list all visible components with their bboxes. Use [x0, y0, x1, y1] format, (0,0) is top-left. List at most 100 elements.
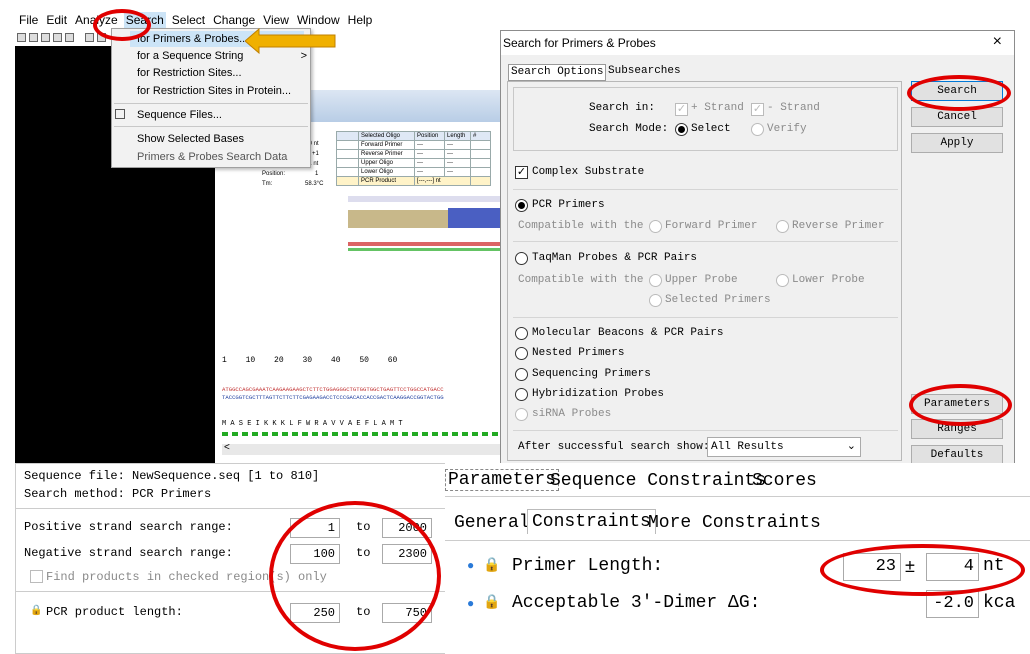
mode-verify-label: Verify [767, 123, 807, 135]
sequence-file-label: Sequence file: NewSequence.seq [1 to 810… [24, 469, 320, 483]
menu-item-label: for Primers & Probes... [137, 33, 249, 45]
hybridization-probes-radio[interactable] [515, 388, 528, 401]
reverse-primer-label: Reverse Primer [792, 220, 885, 232]
col-number: # [470, 131, 491, 141]
search-in-group [513, 87, 898, 151]
molecular-beacons-radio[interactable] [515, 327, 528, 340]
tab-parameters[interactable]: Parameters [445, 469, 560, 491]
row-name: Reverse Primer [358, 149, 415, 159]
subtab-general[interactable]: General [454, 513, 530, 533]
menu-item-restriction-sites[interactable]: for Restriction Sites... [137, 65, 242, 81]
tab-search-options[interactable]: Search Options [508, 64, 607, 81]
menu-edit[interactable]: Edit [44, 12, 69, 30]
graph-area-left [348, 210, 448, 228]
pcr-product-length-label: PCR product length: [46, 605, 183, 619]
new-file-icon[interactable] [29, 33, 38, 42]
table-row[interactable]: Forward Primer --- --- [336, 140, 491, 150]
lower-probe-radio[interactable] [776, 274, 789, 287]
menu-item-search-data[interactable]: Primers & Probes Search Data [137, 149, 287, 165]
compatible-with-label: Compatible with the [518, 220, 644, 232]
reverse-primer-radio[interactable] [776, 220, 789, 233]
oligo-table: Selected Oligo Position Length # Forward… [336, 131, 491, 186]
sequencing-primers-radio[interactable] [515, 368, 528, 381]
new-file-icon[interactable] [17, 33, 26, 42]
search-mode-label: Search Mode: [589, 123, 669, 135]
mode-select-radio[interactable] [675, 123, 688, 136]
selected-primers-label: Selected Primers [665, 294, 771, 306]
highlight-ellipse-primer-length [820, 544, 1025, 596]
dialog-titlebar: Search for Primers & Probes × [501, 31, 1014, 55]
pcr-primers-radio[interactable] [515, 199, 528, 212]
row-pos: --- [414, 167, 445, 177]
save-icon[interactable] [53, 33, 62, 42]
tm-value: 58.3°C [305, 181, 324, 187]
dialog-title: Search for Primers & Probes [503, 36, 656, 50]
col-length: Length [444, 131, 471, 141]
divider [513, 317, 898, 318]
graph-bar-red [348, 242, 500, 246]
open-folder-icon[interactable] [41, 33, 50, 42]
hybridization-probes-label: Hybridization Probes [532, 388, 665, 400]
sirna-probes-radio[interactable] [515, 408, 528, 421]
row-name: Forward Primer [358, 140, 415, 150]
table-row[interactable]: Upper Oligo --- --- [336, 158, 491, 168]
position-value-2: 1 [315, 171, 319, 177]
after-search-dropdown[interactable]: All Results ⌄ [707, 437, 861, 457]
lower-probe-label: Lower Probe [792, 274, 865, 286]
nested-primers-radio[interactable] [515, 347, 528, 360]
table-row[interactable]: Reverse Primer --- --- [336, 149, 491, 159]
taqman-radio[interactable] [515, 252, 528, 265]
ruler-tick: 40 [330, 356, 341, 365]
apply-button[interactable]: Apply [911, 133, 1003, 153]
sequence-graph [348, 196, 500, 251]
nested-primers-label: Nested Primers [532, 347, 625, 359]
subtab-more-constraints[interactable]: More Constraints [648, 513, 821, 533]
forward-primer-radio[interactable] [649, 220, 662, 233]
plus-strand-checkbox[interactable]: ✓ [675, 103, 688, 116]
kcal-unit-label: kca [983, 593, 1016, 613]
upper-probe-radio[interactable] [649, 274, 662, 287]
selected-primers-radio[interactable] [649, 294, 662, 307]
graph-ruler [348, 196, 500, 202]
row-name: Upper Oligo [358, 158, 415, 168]
ruler-tick: 60 [387, 356, 398, 365]
subtab-constraints[interactable]: Constraints [527, 509, 656, 534]
col-selected-oligo: Selected Oligo [358, 131, 415, 141]
menu-item-show-selected-bases[interactable]: Show Selected Bases [137, 131, 244, 147]
search-method-label: Search method: PCR Primers [24, 487, 212, 501]
scroll-left-icon[interactable]: < [224, 442, 230, 453]
mode-select-label: Select [691, 123, 731, 135]
search-icon[interactable] [85, 33, 94, 42]
ruler-tick: 50 [359, 356, 369, 365]
table-row[interactable]: PCR Product [---,---] nt [336, 176, 491, 186]
tab-sequence-constraints[interactable]: Sequence Constraints [550, 471, 766, 491]
row-len: --- [444, 158, 471, 168]
row-name: PCR Product [358, 176, 415, 186]
minus-strand-checkbox[interactable]: ✓ [751, 103, 764, 116]
graph-area-right [448, 208, 500, 228]
upper-probe-label: Upper Probe [665, 274, 738, 286]
find-products-checkbox[interactable] [30, 570, 43, 583]
menu-help[interactable]: Help [346, 12, 375, 30]
tab-scores[interactable]: Scores [752, 471, 817, 491]
chevron-down-icon: ⌄ [846, 440, 856, 452]
search-in-label: Search in: [589, 102, 656, 114]
horizontal-scrollbar[interactable]: < [222, 442, 500, 455]
divider [513, 241, 898, 242]
close-icon[interactable]: × [993, 31, 1002, 53]
menu-file[interactable]: File [17, 12, 40, 30]
compatible-with-label-2: Compatible with the [518, 274, 644, 286]
mode-verify-radio[interactable] [751, 123, 764, 136]
sequence-files-icon [115, 109, 125, 119]
tab-subsearches[interactable]: Subsearches [606, 64, 683, 81]
menu-item-sequence-files[interactable]: Sequence Files... [137, 107, 222, 123]
row-pos: --- [414, 158, 445, 168]
menu-item-restriction-sites-protein[interactable]: for Restriction Sites in Protein... [137, 83, 291, 99]
divider [513, 189, 898, 190]
defaults-button[interactable]: Defaults [911, 445, 1003, 465]
complex-substrate-checkbox[interactable]: ✓ [515, 166, 528, 179]
print-icon[interactable] [65, 33, 74, 42]
table-row[interactable]: Lower Oligo --- --- [336, 167, 491, 177]
row-len: --- [444, 149, 471, 159]
negative-strand-range-label: Negative strand search range: [24, 546, 233, 560]
